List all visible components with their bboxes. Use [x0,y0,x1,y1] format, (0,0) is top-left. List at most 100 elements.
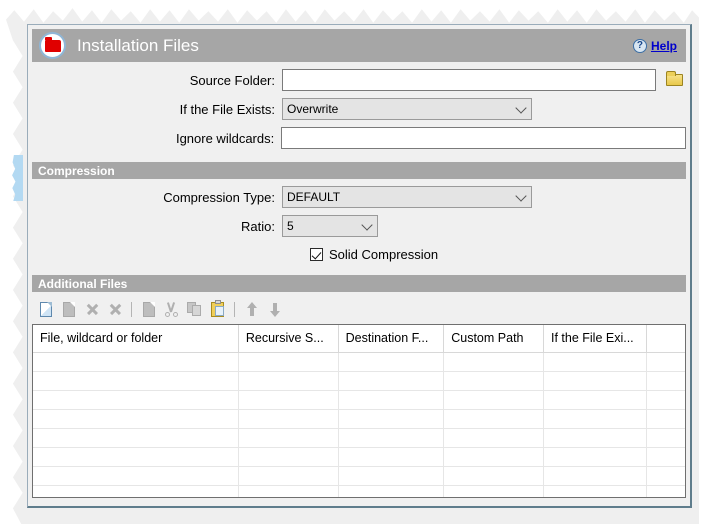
table-cell[interactable] [338,485,445,497]
table-cell[interactable] [443,428,544,448]
table-cell[interactable] [646,390,685,410]
ratio-select[interactable]: 5 [282,215,378,237]
compression-type-select[interactable]: DEFAULT [282,186,532,208]
table-column-header-0[interactable]: File, wildcard or folder [33,325,239,353]
table-cell[interactable] [646,466,685,486]
table-row[interactable] [33,466,685,486]
additional-files-table-wrapper[interactable]: File, wildcard or folder Recursive S... De… [32,324,686,498]
table-column-header-4[interactable]: If the File Exi... [543,325,648,353]
copy-icon [184,299,205,320]
table-cell[interactable] [338,371,445,391]
table-cell[interactable] [646,485,685,497]
table-column-header-5[interactable] [646,325,685,353]
screenshot-root: Installation Files ? Help Source Folder:… [0,0,705,528]
table-row[interactable] [33,428,685,448]
additional-files-section-title: Additional Files [38,276,128,291]
help-area[interactable]: ? Help [632,38,677,53]
table-header-row: File, wildcard or folder Recursive S... De… [33,325,685,353]
table-cell[interactable] [33,371,239,391]
table-cell[interactable] [646,428,685,448]
table-cell[interactable] [33,447,239,467]
table-cell[interactable] [543,371,648,391]
table-row[interactable] [33,485,685,497]
document-icon [138,299,159,320]
red-folder-icon [39,32,66,59]
table-cell[interactable] [543,409,648,429]
table-row[interactable] [33,390,685,410]
table-cell[interactable] [238,390,339,410]
ratio-value: 5 [287,219,294,233]
delete-all-icon [104,299,125,320]
ratio-row: Ratio: 5 [32,215,686,237]
table-cell[interactable] [33,390,239,410]
compression-section-title: Compression [38,163,115,178]
ignore-wildcards-input[interactable] [281,127,686,149]
table-cell[interactable] [543,485,648,497]
question-mark-icon[interactable]: ? [632,38,647,53]
table-row[interactable] [33,352,685,372]
source-folder-input[interactable] [282,69,656,91]
table-cell[interactable] [238,352,339,372]
solid-compression-checkbox[interactable] [310,248,323,261]
table-cell[interactable] [238,409,339,429]
table-cell[interactable] [338,390,445,410]
table-cell[interactable] [33,428,239,448]
table-row[interactable] [33,409,685,429]
compression-section-header: Compression [32,162,686,179]
table-row[interactable] [33,371,685,391]
table-cell[interactable] [238,485,339,497]
table-cell[interactable] [338,409,445,429]
compression-type-value: DEFAULT [287,190,341,204]
table-cell[interactable] [443,352,544,372]
table-cell[interactable] [443,447,544,467]
table-column-header-3[interactable]: Custom Path [443,325,544,353]
table-cell[interactable] [543,390,648,410]
table-cell[interactable] [543,428,648,448]
table-cell[interactable] [443,466,544,486]
table-cell[interactable] [33,409,239,429]
ignore-wildcards-label: Ignore wildcards: [175,130,275,146]
folder-open-icon[interactable] [664,71,685,90]
table-cell[interactable] [443,485,544,497]
paste-icon[interactable] [207,299,228,320]
source-folder-label: Source Folder: [189,72,275,88]
table-cell[interactable] [646,447,685,467]
duplicate-document-icon [58,299,79,320]
table-cell[interactable] [646,409,685,429]
table-column-header-2[interactable]: Destination F... [338,325,445,353]
help-link[interactable]: Help [651,39,677,53]
table-cell[interactable] [543,466,648,486]
table-cell[interactable] [443,390,544,410]
table-cell[interactable] [238,428,339,448]
table-column-header-1[interactable]: Recursive S... [238,325,339,353]
compression-type-row: Compression Type: DEFAULT [32,186,686,208]
table-cell[interactable] [238,447,339,467]
table-cell[interactable] [338,447,445,467]
table-cell[interactable] [238,466,339,486]
table-cell[interactable] [33,466,239,486]
if-file-exists-value: Overwrite [287,102,339,116]
cut-icon [161,299,182,320]
table-cell[interactable] [338,352,445,372]
if-file-exists-select[interactable]: Overwrite [282,98,532,120]
table-cell[interactable] [646,371,685,391]
table-cell[interactable] [543,352,648,372]
additional-files-section-header: Additional Files [32,275,686,292]
table-cell[interactable] [238,371,339,391]
table-cell[interactable] [33,352,239,372]
title-bar: Installation Files ? Help [32,29,686,62]
new-document-icon[interactable] [35,299,56,320]
table-cell[interactable] [33,485,239,497]
solid-compression-row: Solid Compression [32,247,686,262]
table-cell[interactable] [338,428,445,448]
table-cell[interactable] [443,409,544,429]
table-cell[interactable] [443,371,544,391]
table-cell[interactable] [338,466,445,486]
ignore-wildcards-row: Ignore wildcards: [32,127,686,149]
table-row[interactable] [33,447,685,467]
table-cell[interactable] [543,447,648,467]
installation-files-panel: Installation Files ? Help Source Folder:… [27,24,692,508]
table-cell[interactable] [646,352,685,372]
compression-type-label: Compression Type: [163,189,275,205]
solid-compression-label: Solid Compression [329,247,439,262]
